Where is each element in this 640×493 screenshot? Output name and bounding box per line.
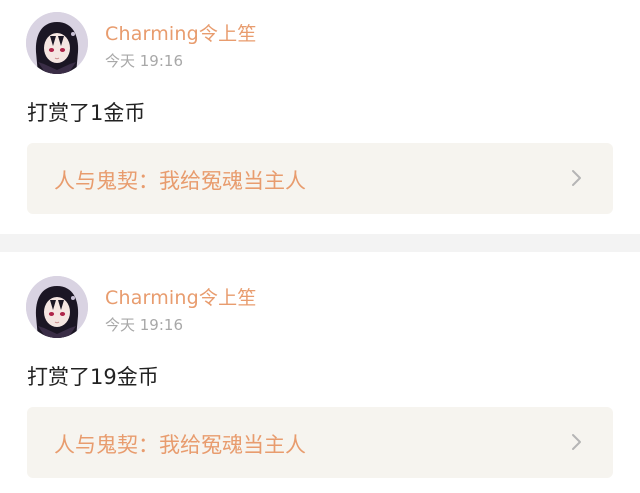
avatar[interactable] [26,276,88,338]
book-title-link[interactable]: 人与鬼契：我给冤魂当主人 [54,165,306,195]
chevron-right-icon [572,434,581,450]
username[interactable]: Charming令上笙 [105,19,257,46]
username[interactable]: Charming令上笙 [105,283,257,310]
book-link-card[interactable]: 人与鬼契：我给冤魂当主人 [27,143,613,214]
card-separator [0,234,640,252]
book-title-link[interactable]: 人与鬼契：我给冤魂当主人 [54,429,306,459]
anime-girl-avatar-icon [26,12,88,74]
book-link-card[interactable]: 人与鬼契：我给冤魂当主人 [27,407,613,478]
avatar[interactable] [26,12,88,74]
anime-girl-avatar-icon [26,276,88,338]
reward-feed: Charming令上笙 今天 19:16 打赏了1金币 人与鬼契：我给冤魂当主人 [0,0,640,493]
post-time: 今天 19:16 [105,52,183,70]
chevron-right-icon [572,170,581,186]
post-content: 打赏了19金币 [27,365,159,389]
post-time: 今天 19:16 [105,316,183,334]
reward-post-card: Charming令上笙 今天 19:16 打赏了1金币 人与鬼契：我给冤魂当主人 [0,0,640,234]
post-content: 打赏了1金币 [27,101,146,125]
